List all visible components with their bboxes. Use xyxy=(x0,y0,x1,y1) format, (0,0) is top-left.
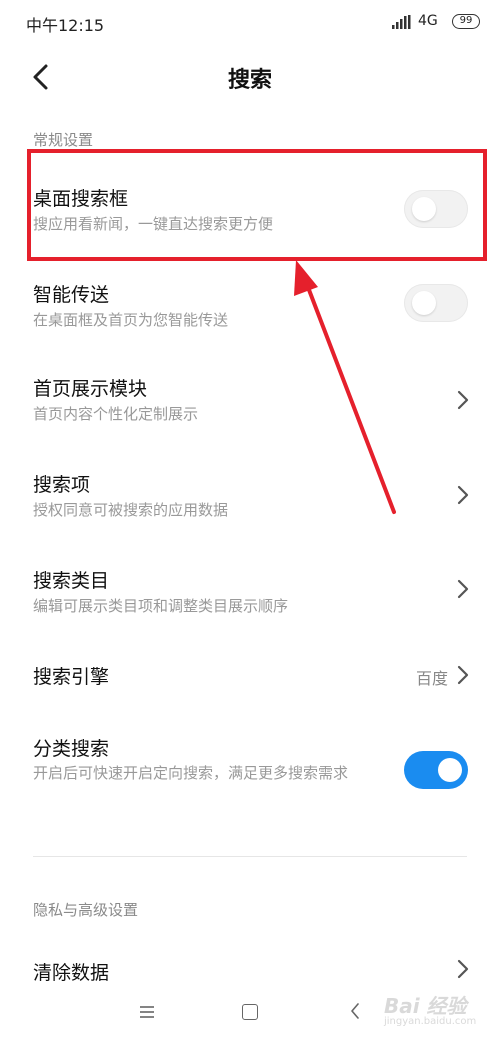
status-time: 中午12:15 xyxy=(26,16,105,35)
setting-category-search[interactable]: 分类搜索 开启后可快速开启定向搜索，满足更多搜索需求 xyxy=(0,722,500,822)
section-privacy-label: 隐私与高级设置 xyxy=(33,901,139,919)
setting-smart-transfer[interactable]: 智能传送 在桌面框及首页为您智能传送 xyxy=(0,266,500,346)
setting-title: 首页展示模块 xyxy=(33,378,148,400)
setting-subtitle: 首页内容个性化定制展示 xyxy=(33,405,199,423)
page-title: 搜索 xyxy=(227,68,272,93)
section-general-label: 常规设置 xyxy=(33,131,94,149)
system-back-icon[interactable] xyxy=(350,1002,360,1020)
battery-icon: 99 xyxy=(452,14,480,29)
signal-icon xyxy=(392,15,411,29)
annotation-highlight-box xyxy=(27,149,487,261)
setting-subtitle: 开启后可快速开启定向搜索，满足更多搜索需求 xyxy=(33,764,349,782)
setting-title: 智能传送 xyxy=(33,284,110,306)
title-bar: 搜索 xyxy=(0,50,500,110)
setting-homepage-modules[interactable]: 首页展示模块 首页内容个性化定制展示 xyxy=(0,362,500,442)
setting-search-categories[interactable]: 搜索类目 编辑可展示类目项和调整类目展示顺序 xyxy=(0,554,500,634)
menu-icon[interactable] xyxy=(139,1005,155,1019)
home-icon[interactable] xyxy=(242,1004,258,1020)
setting-title: 搜索引擎 xyxy=(33,666,110,688)
setting-title: 搜索项 xyxy=(33,474,91,496)
setting-title: 搜索类目 xyxy=(33,570,110,592)
status-bar: 中午12:15 4G 99 xyxy=(0,0,500,44)
setting-subtitle: 在桌面框及首页为您智能传送 xyxy=(33,311,229,329)
category-search-toggle[interactable] xyxy=(404,751,468,789)
baidu-jingyan-watermark: Bai 经验 jingyan.baidu.com xyxy=(378,988,490,1032)
setting-subtitle: 编辑可展示类目项和调整类目展示顺序 xyxy=(33,597,289,615)
watermark-url: jingyan.baidu.com xyxy=(384,1016,477,1027)
toggle-knob xyxy=(412,291,436,315)
chevron-right-icon xyxy=(457,390,469,410)
setting-search-engine[interactable]: 搜索引擎 百度 xyxy=(0,648,500,704)
chevron-right-icon xyxy=(457,485,469,505)
network-type: 4G xyxy=(418,13,438,29)
chevron-right-icon xyxy=(457,579,469,599)
section-divider xyxy=(33,856,467,857)
setting-subtitle: 授权同意可被搜索的应用数据 xyxy=(33,501,229,519)
setting-search-items[interactable]: 搜索项 授权同意可被搜索的应用数据 xyxy=(0,458,500,538)
chevron-right-icon xyxy=(457,665,469,685)
toggle-knob xyxy=(438,758,462,782)
smart-transfer-toggle[interactable] xyxy=(404,284,468,322)
chevron-right-icon xyxy=(457,959,469,979)
watermark-text: Bai 经验 xyxy=(384,994,467,1018)
setting-title: 分类搜索 xyxy=(33,738,110,760)
search-engine-value: 百度 xyxy=(416,669,449,688)
